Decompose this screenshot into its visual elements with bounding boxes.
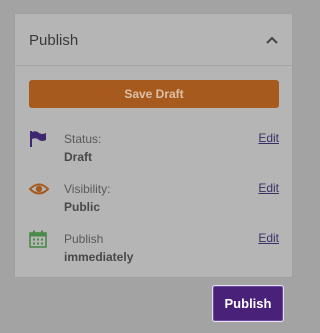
status-row: Status: Draft Edit	[29, 130, 279, 170]
visibility-value: Public	[64, 200, 101, 214]
save-draft-button[interactable]: Save Draft	[29, 80, 279, 108]
visibility-row: Visibility: Public Edit	[28, 180, 279, 220]
visibility-label: Visibility:	[64, 182, 111, 196]
status-label: Status:	[64, 132, 102, 146]
edit-visibility-link[interactable]: Edit	[258, 181, 279, 195]
eye-icon	[28, 180, 50, 198]
calendar-icon	[29, 230, 47, 248]
publish-button[interactable]: Publish	[213, 286, 283, 321]
panel-title: Publish	[29, 32, 79, 49]
chevron-up-icon[interactable]	[262, 30, 282, 50]
edit-status-link[interactable]: Edit	[258, 131, 279, 145]
edit-publish-date-link[interactable]: Edit	[258, 231, 279, 245]
publish-label: Publish	[64, 232, 104, 246]
publish-value: immediately	[64, 250, 134, 264]
publish-screen: Publish Save Draft Status: Draft Edit Vi…	[0, 0, 307, 333]
status-value: Draft	[64, 150, 93, 164]
publish-panel: Publish Save Draft Status: Draft Edit Vi…	[14, 13, 293, 278]
publish-date-row: Publish immediately Edit	[29, 230, 279, 270]
flag-icon	[29, 130, 47, 148]
panel-header: Publish	[15, 14, 292, 66]
